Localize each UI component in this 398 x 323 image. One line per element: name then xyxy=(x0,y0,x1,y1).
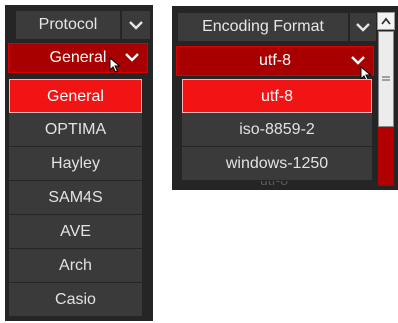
encoding-header-label: Encoding Format xyxy=(178,13,348,41)
protocol-option-arch[interactable]: Arch xyxy=(9,249,142,283)
protocol-header-label: Protocol xyxy=(16,11,120,39)
protocol-selected-value: General xyxy=(49,49,107,66)
protocol-header-chevron-button[interactable] xyxy=(122,11,150,39)
protocol-option-hayley[interactable]: Hayley xyxy=(9,147,142,181)
chevron-down-icon xyxy=(129,21,143,30)
encoding-selected-value: utf-8 xyxy=(258,52,291,69)
protocol-option-sam4s[interactable]: SAM4S xyxy=(9,181,142,215)
chevron-down-icon xyxy=(125,53,139,62)
mouse-pointer-icon xyxy=(109,57,121,73)
grip-lines-icon xyxy=(382,76,390,81)
protocol-select[interactable]: General xyxy=(8,43,148,73)
protocol-option-casio[interactable]: Casio xyxy=(9,283,142,317)
scrollbar-thumb[interactable] xyxy=(378,31,394,127)
chevron-down-icon xyxy=(356,23,370,32)
chevron-down-icon xyxy=(351,56,365,65)
encoding-dropdown-list: utf-8 iso-8859-2 windows-1250 xyxy=(182,79,372,181)
protocol-option-general[interactable]: General xyxy=(9,79,142,113)
protocol-option-ave[interactable]: AVE xyxy=(9,215,142,249)
encoding-panel: Encoding Format utf-8 utf-8 utf-8 iso-88… xyxy=(172,6,398,190)
encoding-header-chevron-button[interactable] xyxy=(350,13,376,41)
scroll-up-button[interactable] xyxy=(377,12,395,30)
encoding-select[interactable]: utf-8 xyxy=(176,46,374,76)
protocol-option-optima[interactable]: OPTIMA xyxy=(9,113,142,147)
encoding-option-utf-8[interactable]: utf-8 xyxy=(182,79,372,113)
protocol-panel: Protocol General General OPTIMA Hayley S… xyxy=(5,5,153,321)
protocol-dropdown-list: General OPTIMA Hayley SAM4S AVE Arch Cas… xyxy=(9,79,142,317)
chevron-up-icon xyxy=(381,17,391,25)
encoding-option-iso-8859-2[interactable]: iso-8859-2 xyxy=(182,113,372,147)
encoding-option-windows-1250[interactable]: windows-1250 xyxy=(182,147,372,181)
